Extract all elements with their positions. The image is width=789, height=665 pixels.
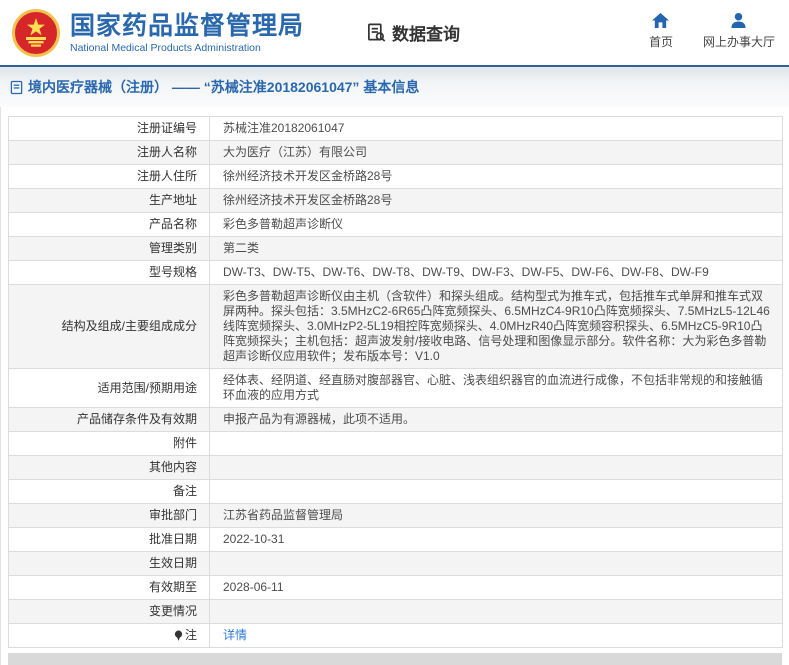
table-row: 附件 — [8, 431, 783, 456]
header: 国家药品监督管理局 National Medical Products Admi… — [0, 0, 789, 67]
row-label: 批准日期 — [8, 527, 210, 552]
table-row: 适用范围/预期用途 经体表、经阴道、经直肠对腹部器官、心脏、浅表组织器官的血流进行… — [8, 368, 783, 408]
table-row: 注册证编号 苏械注准20182061047 — [8, 116, 783, 141]
table-row: 注册人名称 大为医疗（江苏）有限公司 — [8, 140, 783, 165]
row-value: 徐州经济技术开发区金桥路28号 — [209, 164, 783, 189]
document-icon — [10, 80, 23, 95]
data-query-entry[interactable]: 数据查询 — [366, 20, 460, 45]
row-label: 审批部门 — [8, 503, 210, 528]
row-label: 结构及组成/主要组成成分 — [8, 284, 210, 369]
row-label: 附件 — [8, 431, 210, 456]
row-value: DW-T3、DW-T5、DW-T6、DW-T8、DW-T9、DW-F3、DW-F… — [209, 260, 783, 285]
row-value: 2022-10-31 — [209, 527, 783, 552]
row-value: 徐州经济技术开发区金桥路28号 — [209, 188, 783, 213]
home-icon — [651, 12, 670, 29]
detail-link[interactable]: 详情 — [223, 628, 247, 642]
row-value: 详情 — [209, 623, 783, 648]
row-label: 注册证编号 — [8, 116, 210, 141]
row-value: 大为医疗（江苏）有限公司 — [209, 140, 783, 165]
content-area: 注册证编号 苏械注准20182061047 注册人名称 大为医疗（江苏）有限公司 注册人… — [0, 107, 789, 665]
row-label: 产品名称 — [8, 212, 210, 237]
brand: 国家药品监督管理局 National Medical Products Admi… — [70, 12, 304, 54]
breadcrumb-bar: 境内医疗器械（注册） —— “苏械注准20182061047” 基本信息 — [0, 67, 789, 107]
row-label: 管理类别 — [8, 236, 210, 261]
table-row: 变更情况 — [8, 599, 783, 624]
data-query-label: 数据查询 — [392, 25, 461, 44]
nav-online-hall[interactable]: 网上办事大厅 — [703, 12, 775, 50]
row-value: 第二类 — [209, 236, 783, 261]
row-label: 生效日期 — [8, 551, 210, 576]
table-row: 结构及组成/主要组成成分 彩色多普勒超声诊断仪由主机（含软件）和探头组成。结构型式… — [8, 284, 783, 369]
header-nav: 首页 网上办事大厅 — [649, 12, 775, 54]
info-table-body: 注册证编号 苏械注准20182061047 注册人名称 大为医疗（江苏）有限公司 注册人… — [8, 116, 783, 648]
row-value: 申报产品为有源器械，此项不适用。 — [209, 407, 783, 432]
row-value — [209, 455, 783, 480]
breadcrumb-text: 境内医疗器械（注册） —— “苏械注准20182061047” 基本信息 — [28, 79, 420, 95]
row-label: 型号规格 — [8, 260, 210, 285]
row-label: 变更情况 — [8, 599, 210, 624]
row-value: 苏械注准20182061047 — [209, 116, 783, 141]
table-row: 其他内容 — [8, 455, 783, 480]
table-row: 生效日期 — [8, 551, 783, 576]
row-value: 江苏省药品监督管理局 — [209, 503, 783, 528]
row-value — [209, 599, 783, 624]
row-value: 彩色多普勒超声诊断仪由主机（含软件）和探头组成。结构型式为推车式，包括推车式单屏… — [209, 284, 783, 369]
footer-strip — [8, 653, 782, 665]
row-value — [209, 479, 783, 504]
table-row: 批准日期 2022-10-31 — [8, 527, 783, 552]
pin-icon — [174, 630, 183, 641]
row-value: 2028-06-11 — [209, 575, 783, 600]
person-icon — [729, 12, 748, 29]
row-value: 经体表、经阴道、经直肠对腹部器官、心脏、浅表组织器官的血流进行成像，不包括非常规… — [209, 368, 783, 408]
table-row: 产品储存条件及有效期 申报产品为有源器械，此项不适用。 — [8, 407, 783, 432]
breadcrumb: 境内医疗器械（注册） —— “苏械注准20182061047” 基本信息 — [10, 77, 419, 97]
row-label: 其他内容 — [8, 455, 210, 480]
row-label: 生产地址 — [8, 188, 210, 213]
agency-name-cn: 国家药品监督管理局 — [70, 11, 305, 40]
registration-info-table: 注册证编号 苏械注准20182061047 注册人名称 大为医疗（江苏）有限公司 注册人… — [8, 116, 783, 648]
row-value: 彩色多普勒超声诊断仪 — [209, 212, 783, 237]
table-row: 产品名称 彩色多普勒超声诊断仪 — [8, 212, 783, 237]
nav-online-hall-label: 网上办事大厅 — [702, 34, 775, 49]
table-row: 审批部门 江苏省药品监督管理局 — [8, 503, 783, 528]
row-value — [209, 431, 783, 456]
row-label: 适用范围/预期用途 — [8, 368, 210, 408]
nav-home-label: 首页 — [648, 34, 673, 49]
row-label: 有效期至 — [8, 575, 210, 600]
table-row: 注册人住所 徐州经济技术开发区金桥路28号 — [8, 164, 783, 189]
nav-home[interactable]: 首页 — [649, 12, 673, 50]
table-row: 管理类别 第二类 — [8, 236, 783, 261]
national-emblem-icon — [12, 8, 60, 57]
table-row: 有效期至 2028-06-11 — [8, 575, 783, 600]
agency-name-en: National Medical Products Administration — [70, 41, 261, 54]
table-row: 备注 — [8, 479, 783, 504]
table-row: 生产地址 徐州经济技术开发区金桥路28号 — [8, 188, 783, 213]
row-label: 注 — [8, 623, 210, 648]
table-row: 注详情 — [8, 623, 783, 648]
row-label: 备注 — [8, 479, 210, 504]
document-search-icon — [366, 22, 387, 43]
row-label: 注册人名称 — [8, 140, 210, 165]
row-label: 注册人住所 — [8, 164, 210, 189]
row-label: 产品储存条件及有效期 — [8, 407, 210, 432]
table-row: 型号规格 DW-T3、DW-T5、DW-T6、DW-T8、DW-T9、DW-F3、… — [8, 260, 783, 285]
row-value — [209, 551, 783, 576]
